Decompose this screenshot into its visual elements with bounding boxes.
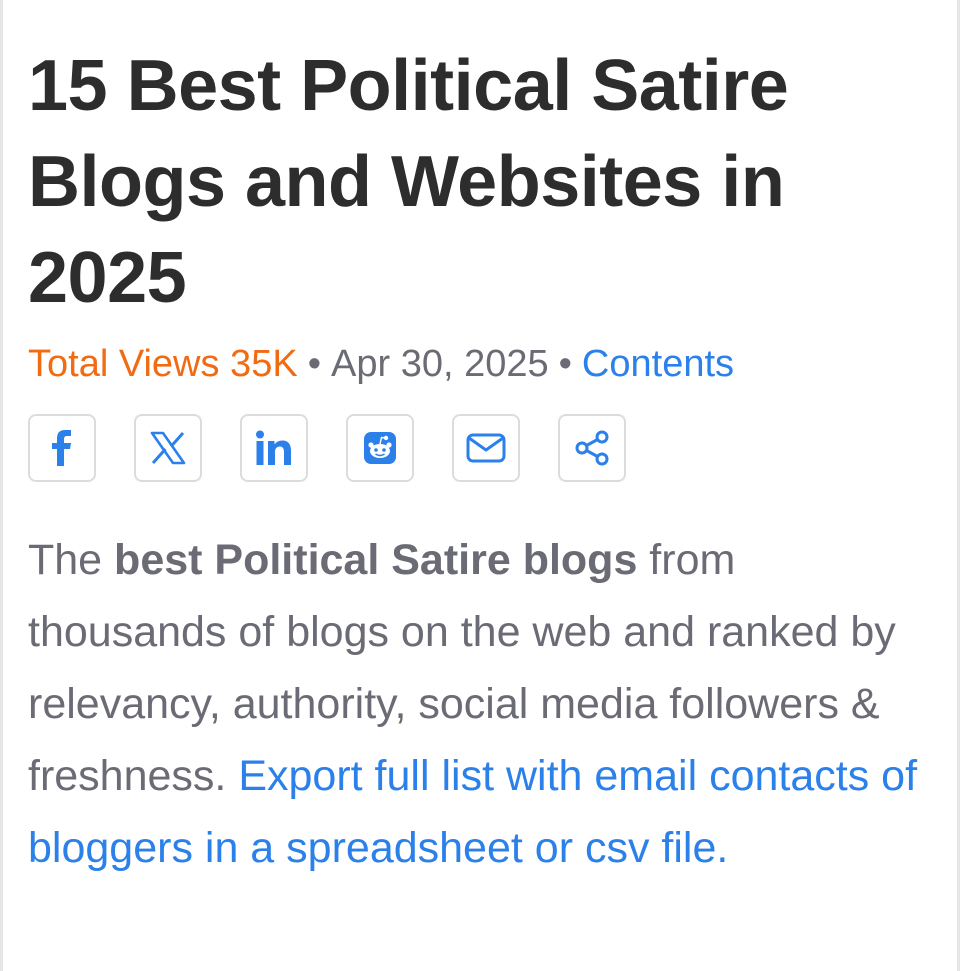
intro-bold-text: best Political Satire blogs (114, 536, 638, 584)
share-more-button[interactable] (558, 414, 626, 482)
share-linkedin-button[interactable] (240, 414, 308, 482)
x-icon (150, 431, 186, 465)
linkedin-icon (256, 430, 291, 465)
share-x-button[interactable] (134, 414, 202, 482)
intro-paragraph: The best Political Satire blogs from tho… (28, 524, 933, 884)
share-icon (575, 430, 609, 466)
email-icon (466, 433, 506, 463)
total-views: Total Views 35K (28, 343, 298, 385)
share-facebook-button[interactable] (28, 414, 96, 482)
article-meta: Total Views 35K • Apr 30, 2025 • Contents (28, 340, 938, 388)
page-title: 15 Best Political Satire Blogs and Websi… (28, 46, 789, 318)
meta-separator: • (307, 343, 321, 385)
meta-separator: • (558, 343, 572, 385)
reddit-icon (364, 432, 396, 464)
facebook-icon (52, 430, 71, 466)
intro-lead: The (28, 536, 115, 584)
publish-date: Apr 30, 2025 (331, 343, 549, 385)
contents-link[interactable]: Contents (582, 343, 734, 385)
share-reddit-button[interactable] (346, 414, 414, 482)
share-bar (28, 414, 938, 482)
share-email-button[interactable] (452, 414, 520, 482)
article-header: 15 Best Political Satire Blogs and Websi… (28, 38, 938, 927)
